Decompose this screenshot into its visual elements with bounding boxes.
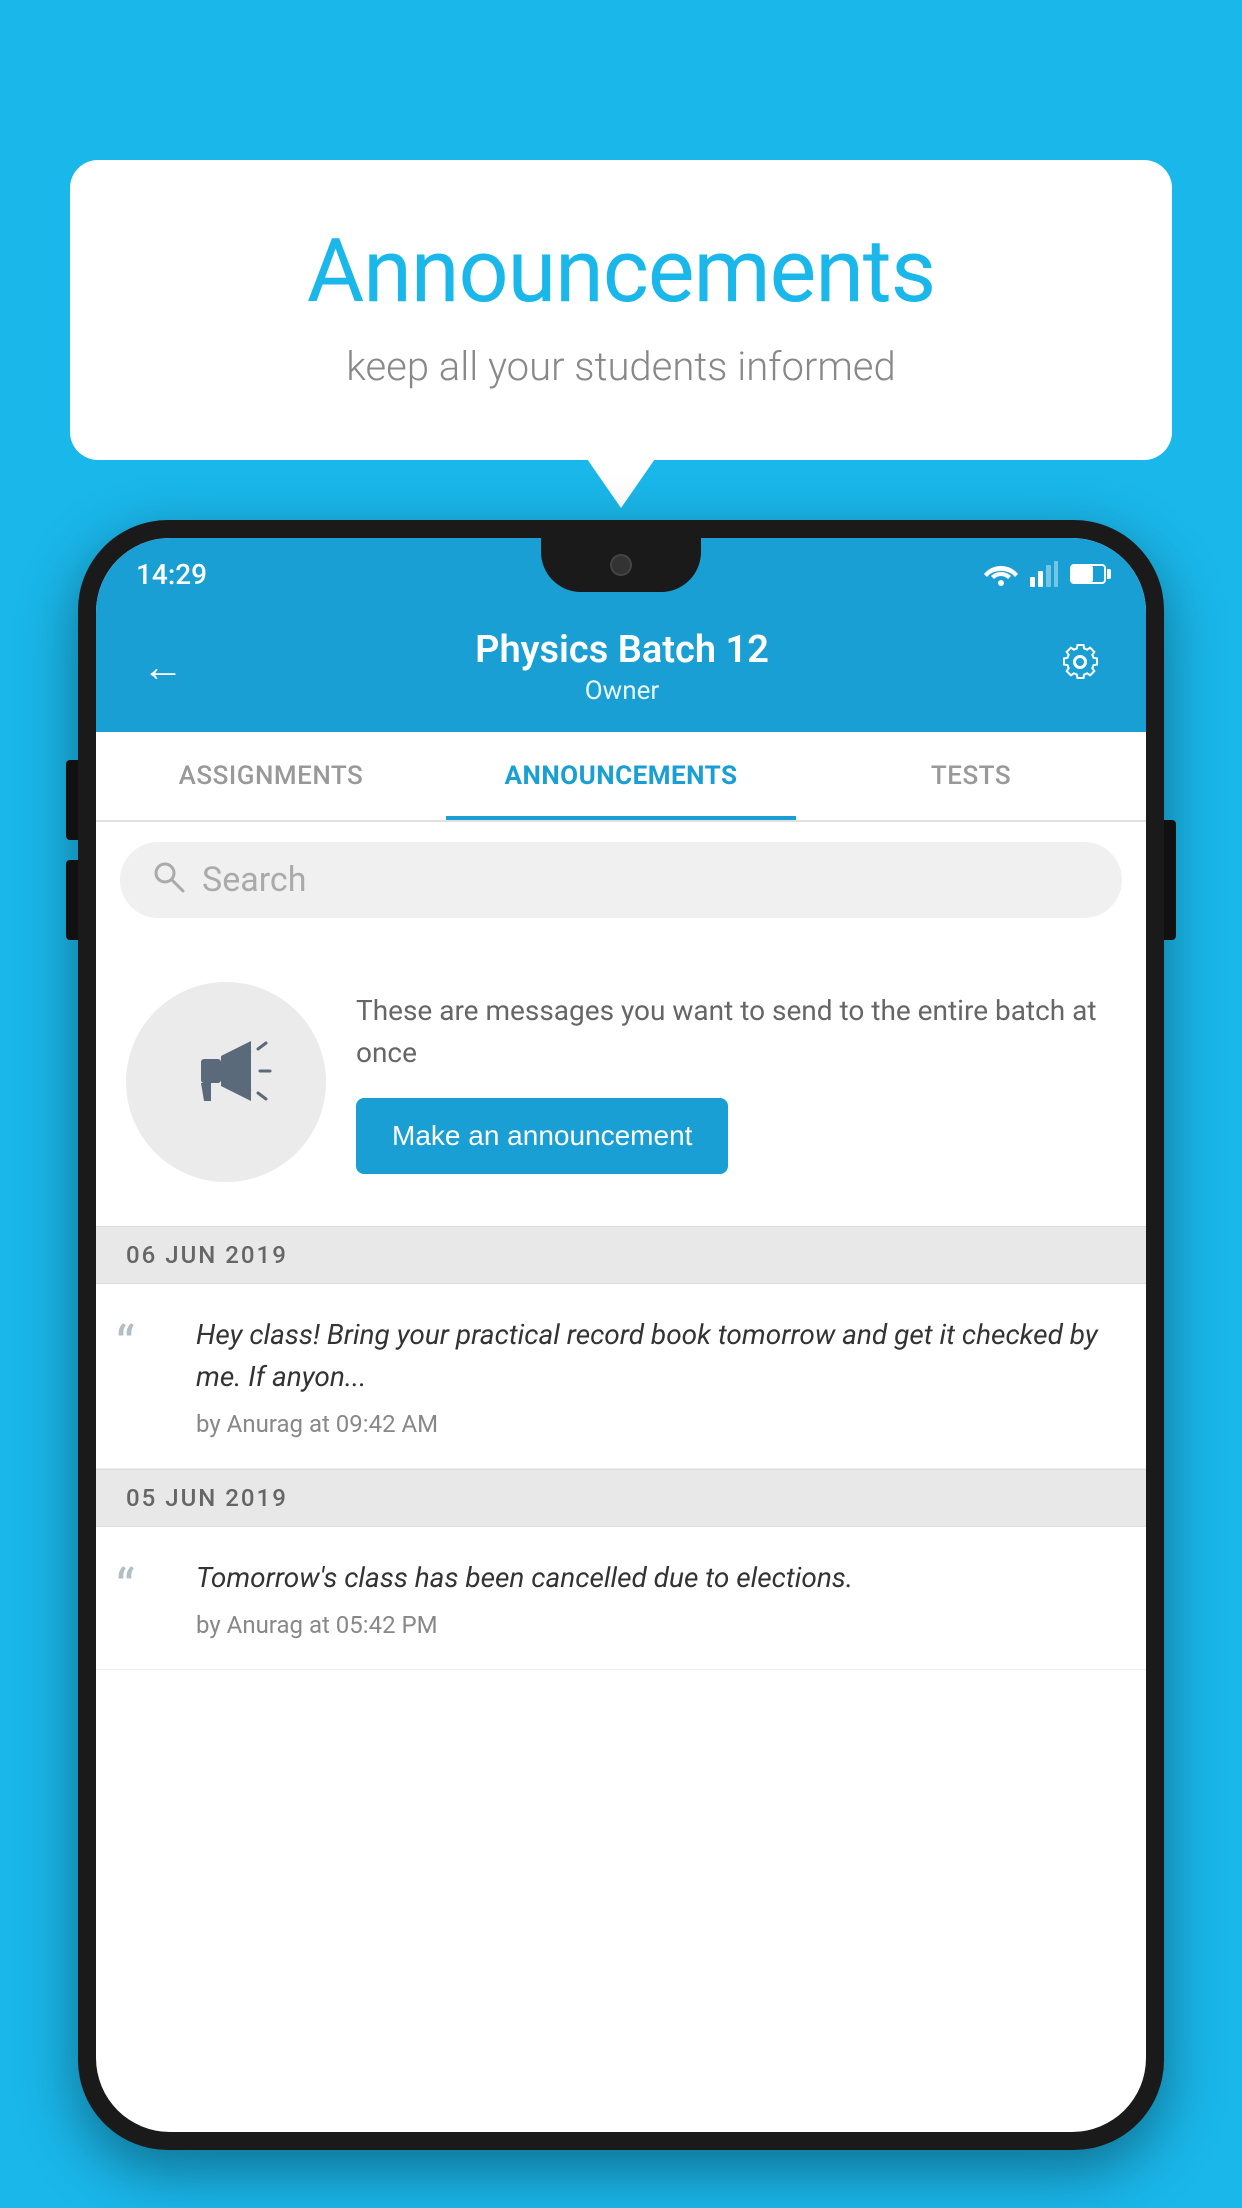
date-separator-2: 05 JUN 2019 [96,1469,1146,1527]
announcement-meta-2: by Anurag at 05:42 PM [196,1611,853,1639]
header-subtitle: Owner [475,676,769,706]
bubble-title: Announcements [150,220,1092,323]
phone-notch [541,538,701,592]
status-icons [984,561,1106,587]
announcement-item-1[interactable]: “ Hey class! Bring your practical record… [96,1284,1146,1469]
prompt-description: These are messages you want to send to t… [356,990,1116,1074]
front-camera [610,554,632,576]
power-button[interactable] [1164,820,1176,940]
date-separator-1: 06 JUN 2019 [96,1226,1146,1284]
speech-bubble-section: Announcements keep all your students inf… [70,160,1172,460]
quote-icon-1: “ [116,1314,176,1372]
search-icon [150,858,186,903]
announcement-meta-1: by Anurag at 09:42 AM [196,1410,1116,1438]
bubble-subtitle: keep all your students informed [150,343,1092,390]
volume-up-button[interactable] [66,760,78,840]
tabs-bar: ASSIGNMENTS ANNOUNCEMENTS TESTS [96,732,1146,822]
prompt-right: These are messages you want to send to t… [356,990,1116,1174]
battery-icon [1070,564,1106,584]
make-announcement-button[interactable]: Make an announcement [356,1098,728,1174]
header-title: Physics Batch 12 [475,628,769,672]
volume-down-button[interactable] [66,860,78,940]
wifi-icon [984,561,1018,587]
announcement-text-2: Tomorrow's class has been cancelled due … [196,1557,853,1599]
phone-content: Search [96,822,1146,2132]
phone-outer-shell: 14:29 [78,520,1164,2150]
announcement-item-2[interactable]: “ Tomorrow's class has been cancelled du… [96,1527,1146,1670]
app-header: ← Physics Batch 12 Owner [96,602,1146,732]
header-center: Physics Batch 12 Owner [475,628,769,706]
announcement-prompt: These are messages you want to send to t… [96,942,1146,1222]
status-time: 14:29 [136,558,207,591]
megaphone-circle [126,982,326,1182]
phone-screen: 14:29 [96,538,1146,2132]
speech-bubble-card: Announcements keep all your students inf… [70,160,1172,460]
signal-icon [1030,561,1058,587]
back-button[interactable]: ← [132,633,194,702]
megaphone-icon [176,1021,276,1143]
tab-tests[interactable]: TESTS [796,732,1146,820]
tab-announcements[interactable]: ANNOUNCEMENTS [446,732,796,820]
settings-icon[interactable] [1050,632,1110,702]
announcement-text-1: Hey class! Bring your practical record b… [196,1314,1116,1398]
announcement-content-1: Hey class! Bring your practical record b… [196,1314,1116,1438]
search-placeholder: Search [202,860,306,900]
search-container: Search [96,822,1146,938]
search-bar[interactable]: Search [120,842,1122,918]
announcement-content-2: Tomorrow's class has been cancelled due … [196,1557,853,1639]
phone-mockup: 14:29 [78,520,1164,2208]
quote-icon-2: “ [116,1557,176,1615]
tab-assignments[interactable]: ASSIGNMENTS [96,732,446,820]
